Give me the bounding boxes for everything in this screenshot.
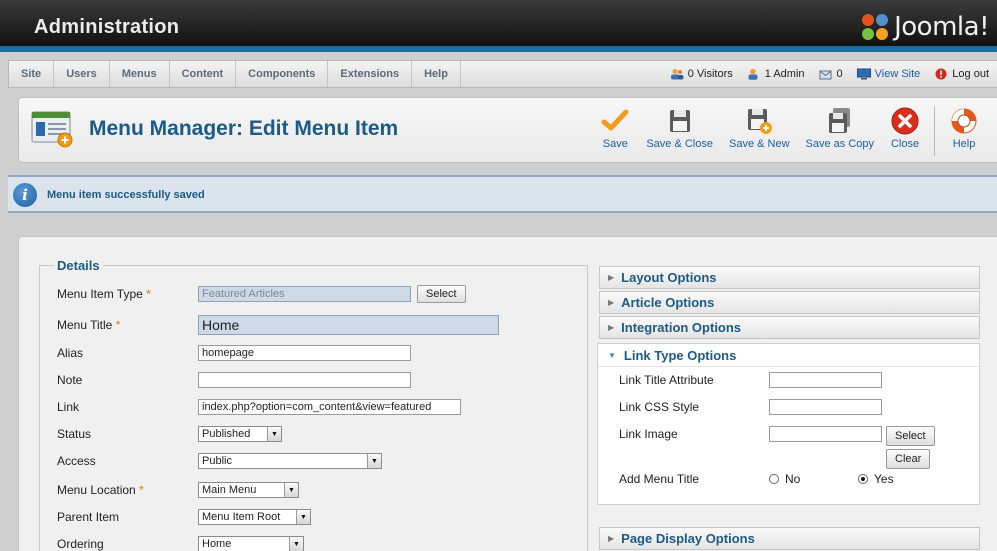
main-menu-bar: Site Users Menus Content Components Exte… <box>8 60 997 88</box>
users-icon <box>670 69 684 80</box>
floppy-copy-icon <box>828 108 850 133</box>
message-text: Menu item successfully saved <box>47 189 205 201</box>
save-new-button[interactable]: Save & New <box>721 106 798 156</box>
chevron-right-icon: ▶ <box>608 323 615 332</box>
menu-item-type-row: Menu Item Type * Featured Articles Selec… <box>57 283 466 305</box>
joomla-logo-text: Joomla! <box>894 12 989 42</box>
menu-title-row: Menu Title * Home <box>57 314 499 336</box>
monitor-icon <box>856 68 871 80</box>
menu-title-input[interactable]: Home <box>198 315 499 335</box>
alias-row: Alias homepage <box>57 342 411 364</box>
add-menu-title-row: Add Menu Title No Yes <box>619 472 894 486</box>
lifebuoy-icon <box>951 108 977 134</box>
close-icon <box>891 107 919 135</box>
status-select[interactable]: Published ▼ <box>198 426 282 442</box>
logout-icon <box>935 68 947 80</box>
link-css-style-row: Link CSS Style <box>619 397 882 417</box>
toolbar-box: Menu Manager: Edit Menu Item Save Save &… <box>18 97 997 163</box>
save-close-button[interactable]: Save & Close <box>638 106 721 156</box>
panel-layout-options[interactable]: ▶ Layout Options <box>599 266 980 289</box>
content-area: Details Menu Item Type * Featured Articl… <box>18 236 997 551</box>
chevron-down-icon: ▼ <box>284 483 298 497</box>
status-area: 0 Visitors 1 Admin 0 View Site Log out <box>656 61 989 87</box>
system-message: i Menu item successfully saved <box>8 175 997 213</box>
admins-status: 1 Admin <box>747 68 805 80</box>
menu-location-select[interactable]: Main Menu ▼ <box>198 482 299 498</box>
radio-no[interactable]: No <box>769 472 858 486</box>
view-site-link[interactable]: View Site <box>856 68 920 80</box>
menu-item-type-field: Featured Articles <box>198 286 411 302</box>
panel-page-display-options[interactable]: ▶ Page Display Options <box>599 527 980 550</box>
status-row: Status Published ▼ <box>57 423 282 445</box>
menu-help[interactable]: Help <box>412 61 461 87</box>
link-field: index.php?option=com_content&view=featur… <box>198 399 461 415</box>
link-image-input[interactable] <box>769 426 882 442</box>
menu-users[interactable]: Users <box>54 61 110 87</box>
joomla-logo-icon <box>860 12 890 42</box>
menu-manager-icon <box>31 111 73 148</box>
radio-yes[interactable]: Yes <box>858 472 894 486</box>
select-menu-type-button[interactable]: Select <box>417 285 466 303</box>
link-type-options-panel: ▼ Link Type Options Link Title Attribute… <box>597 343 980 505</box>
chevron-down-icon: ▼ <box>289 537 303 551</box>
menu-menus[interactable]: Menus <box>110 61 170 87</box>
panel-link-type-options[interactable]: ▼ Link Type Options <box>598 344 979 367</box>
messages-status[interactable]: 0 <box>819 68 843 80</box>
parent-item-select[interactable]: Menu Item Root ▼ <box>198 509 311 525</box>
link-row: Link index.php?option=com_content&view=f… <box>57 396 461 418</box>
toolbar: Save Save & Close Save & New Save as Cop… <box>592 106 987 156</box>
joomla-logo[interactable]: Joomla! <box>860 10 989 44</box>
access-select[interactable]: Public ▼ <box>198 453 382 469</box>
save-button[interactable]: Save <box>592 106 638 156</box>
header-title: Administration <box>34 16 180 38</box>
messages-icon <box>819 70 832 80</box>
chevron-down-icon: ▼ <box>608 350 616 360</box>
menu-site[interactable]: Site <box>9 61 55 87</box>
page-title: Menu Manager: Edit Menu Item <box>89 117 399 140</box>
panel-integration-options[interactable]: ▶ Integration Options <box>599 316 980 339</box>
link-css-style-input[interactable] <box>769 399 882 415</box>
admin-user-icon <box>748 68 758 80</box>
help-button[interactable]: Help <box>941 106 987 156</box>
logout-link[interactable]: Log out <box>934 68 989 80</box>
link-title-attribute-row: Link Title Attribute <box>619 370 882 390</box>
radio-no-button[interactable] <box>769 474 779 484</box>
chevron-right-icon: ▶ <box>608 534 615 543</box>
chevron-right-icon: ▶ <box>608 298 615 307</box>
chevron-down-icon: ▼ <box>367 454 381 468</box>
menu-location-row: Menu Location * Main Menu ▼ <box>57 479 299 501</box>
note-input[interactable] <box>198 372 411 388</box>
menu-content[interactable]: Content <box>170 61 237 87</box>
radio-yes-button[interactable] <box>858 474 868 484</box>
details-fieldset: Details Menu Item Type * Featured Articl… <box>39 258 588 551</box>
menu-components[interactable]: Components <box>236 61 329 87</box>
details-legend: Details <box>54 258 103 273</box>
panel-article-options[interactable]: ▶ Article Options <box>599 291 980 314</box>
checkmark-icon <box>601 109 629 131</box>
visitors-status: 0 Visitors <box>670 68 733 80</box>
floppy-disk-icon <box>669 110 690 132</box>
access-row: Access Public ▼ <box>57 450 382 472</box>
note-row: Note <box>57 369 411 391</box>
alias-input[interactable]: homepage <box>198 345 411 361</box>
link-image-row: Link Image <box>619 424 882 444</box>
close-button[interactable]: Close <box>882 106 928 156</box>
chevron-down-icon: ▼ <box>267 427 281 441</box>
save-as-copy-button[interactable]: Save as Copy <box>798 106 882 156</box>
link-title-attribute-input[interactable] <box>769 372 882 388</box>
ordering-row: Ordering Home ▼ <box>57 533 304 551</box>
chevron-down-icon: ▼ <box>296 510 310 524</box>
link-image-clear-button[interactable]: Clear <box>886 449 931 469</box>
ordering-select[interactable]: Home ▼ <box>198 536 304 551</box>
info-icon: i <box>13 183 37 207</box>
menu-extensions[interactable]: Extensions <box>328 61 413 87</box>
admin-header: Administration Joomla! <box>0 0 997 52</box>
floppy-disk-plus-icon <box>748 109 773 134</box>
toolbar-divider <box>934 106 935 156</box>
chevron-right-icon: ▶ <box>608 273 615 282</box>
link-image-select-button[interactable]: Select <box>886 426 935 446</box>
parent-item-row: Parent Item Menu Item Root ▼ <box>57 506 311 528</box>
